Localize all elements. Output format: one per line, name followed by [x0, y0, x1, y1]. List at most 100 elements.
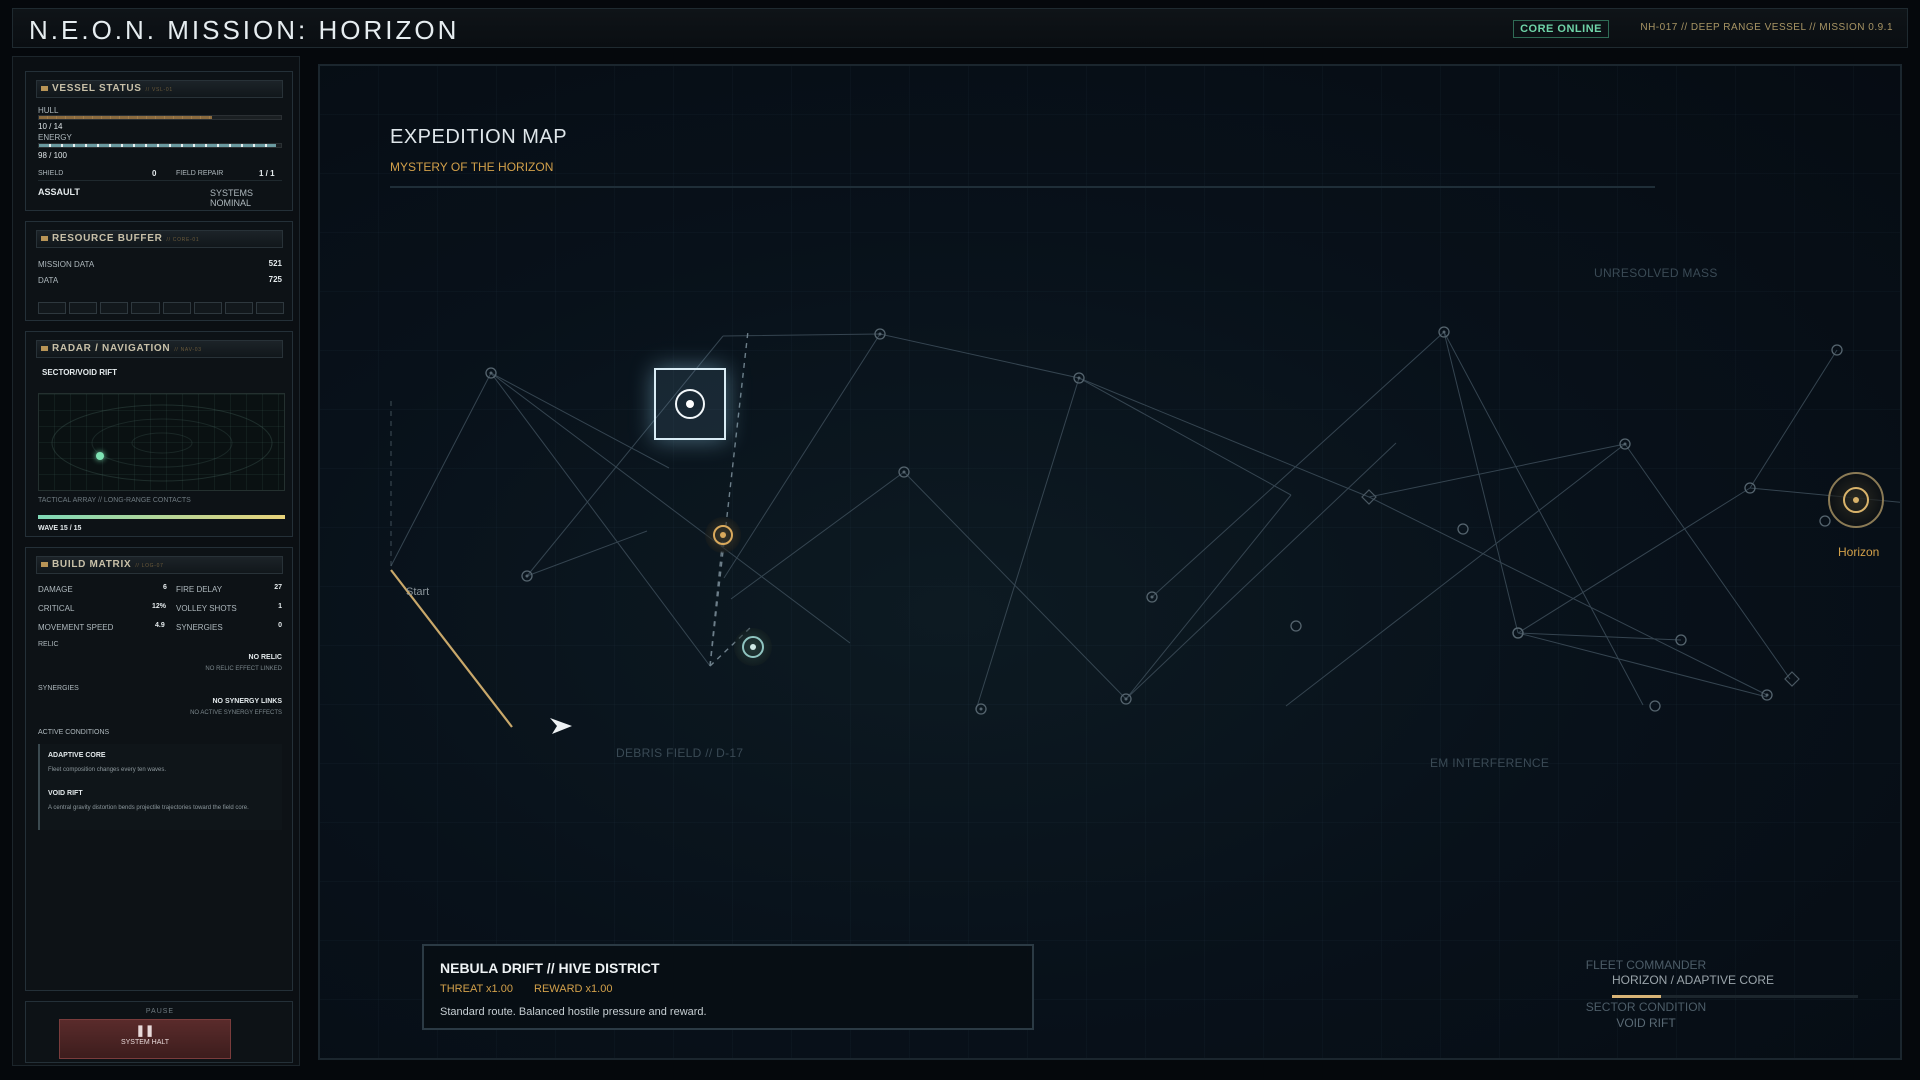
node-core	[1853, 497, 1859, 503]
panel-code: // NAV-03	[174, 347, 202, 353]
top-bar: N.E.O.N. MISSION: HORIZON CORE ONLINE NH…	[12, 8, 1908, 48]
hull-bar	[38, 115, 282, 120]
route-node[interactable]	[734, 628, 772, 666]
sector-condition-value: VOID RIFT	[1616, 1016, 1676, 1030]
expedition-map[interactable]: EXPEDITION MAP MYSTERY OF THE HORIZON UN…	[318, 64, 1902, 1060]
fire-delay-label: FIRE DELAY	[176, 585, 223, 594]
synergy-value: NO SYNERGY LINKS	[212, 698, 283, 705]
resource-slots	[38, 302, 284, 314]
resource-buffer-panel: RESOURCE BUFFER// CORE-01 MISSION DATA 5…	[25, 221, 293, 321]
target-node-icon	[675, 389, 705, 419]
critical-label: CRITICAL	[38, 604, 75, 613]
resource-slot[interactable]	[69, 302, 98, 314]
node-info-title: NEBULA DRIFT // HIVE DISTRICT	[440, 960, 660, 976]
threat-multiplier: THREAT x1.00	[440, 983, 513, 995]
selected-node[interactable]	[654, 368, 726, 440]
synergy-heading: SYNERGIES	[38, 685, 79, 692]
horizon-destination[interactable]	[1828, 472, 1884, 528]
shield-value: 0	[152, 169, 157, 178]
build-matrix-panel: BUILD MATRIX// LOG-07 DAMAGE 6 FIRE DELA…	[25, 547, 293, 991]
movement-speed-label: MOVEMENT SPEED	[38, 623, 114, 632]
elite-node-icon	[713, 525, 733, 545]
radar-display[interactable]	[38, 393, 285, 491]
resource-slot[interactable]	[131, 302, 160, 314]
data-label: DATA	[38, 276, 59, 285]
destination-icon	[1843, 487, 1869, 513]
divider	[38, 180, 282, 181]
relic-heading: RELIC	[38, 641, 59, 648]
fleet-commander-value: HORIZON / ADAPTIVE CORE	[1612, 973, 1775, 987]
panel-code: // VSL-01	[145, 87, 173, 93]
wave-progress-bar	[38, 515, 285, 519]
panel-marker-icon	[41, 236, 48, 241]
panel-code: // CORE-01	[166, 237, 200, 243]
resource-slot[interactable]	[162, 302, 191, 314]
wave-counter: WAVE 15 / 15	[38, 525, 82, 532]
radar-panel: RADAR / NAVIGATION// NAV-03 SECTOR/VOID …	[25, 331, 293, 537]
movement-speed-value: 4.9	[155, 622, 165, 629]
synergies-label: SYNERGIES	[176, 623, 223, 632]
resource-slot[interactable]	[38, 302, 67, 314]
resource-slot[interactable]	[255, 302, 284, 314]
start-label: Start	[406, 586, 430, 598]
damage-value: 6	[163, 584, 167, 591]
condition-title: ADAPTIVE CORE	[48, 752, 106, 759]
panel-header: RESOURCE BUFFER// CORE-01	[36, 230, 283, 248]
condition-desc: Fleet composition changes every ten wave…	[48, 767, 167, 773]
reward-multiplier: REWARD x1.00	[534, 983, 613, 995]
mission-meta: NH-017 // DEEP RANGE VESSEL // MISSION 0…	[1640, 22, 1893, 33]
active-conditions-list: ADAPTIVE CORE Fleet composition changes …	[38, 744, 282, 830]
system-halt-button[interactable]: ❚❚ SYSTEM HALT	[59, 1019, 231, 1059]
radar-rings	[51, 404, 273, 482]
panel-code: // LOG-07	[135, 563, 164, 569]
node-info-card: NEBULA DRIFT // HIVE DISTRICT THREAT x1.…	[422, 944, 1034, 1030]
panel-marker-icon	[41, 346, 48, 351]
systems-status: SYSTEMS NOMINAL	[210, 188, 254, 208]
horizon-label: Horizon	[1838, 545, 1880, 559]
fleet-commander-label: FLEET COMMANDER	[1585, 958, 1707, 972]
standard-node-icon	[742, 636, 764, 658]
node-core	[686, 400, 694, 408]
sidebar: VESSEL STATUS// VSL-01 HULL 10 / 14 ENER…	[12, 56, 300, 1066]
sector-condition-label: SECTOR CONDITION	[1585, 1000, 1707, 1014]
resource-slot[interactable]	[100, 302, 129, 314]
node-core	[720, 532, 726, 538]
hull-value: 10 / 14	[38, 122, 63, 131]
player-ship-icon	[550, 718, 572, 734]
relic-value: NO RELIC	[248, 654, 282, 661]
hull-bar-fill	[39, 116, 212, 119]
synergy-note: NO ACTIVE SYNERGY EFFECTS	[190, 710, 282, 716]
panel-title: BUILD MATRIX	[52, 559, 132, 570]
system-halt-label: SYSTEM HALT	[120, 1039, 170, 1046]
vessel-mode: ASSAULT	[38, 187, 80, 197]
active-conditions-heading: ACTIVE CONDITIONS	[38, 729, 110, 736]
volley-value: 1	[278, 603, 282, 610]
synergies-value: 0	[278, 622, 282, 629]
core-status-badge: CORE ONLINE	[1513, 20, 1609, 38]
volley-label: VOLLEY SHOTS	[176, 604, 237, 613]
panel-title: RADAR / NAVIGATION	[52, 343, 171, 354]
panel-marker-icon	[41, 562, 48, 567]
fleet-progress-fill	[1612, 995, 1662, 998]
energy-value: 98 / 100	[38, 151, 67, 160]
player-contact-icon	[96, 452, 104, 460]
panel-marker-icon	[41, 86, 48, 91]
condition-desc: A central gravity distortion bends proje…	[48, 805, 249, 811]
energy-bar-fill	[39, 144, 277, 147]
panel-header: VESSEL STATUS// VSL-01	[36, 80, 283, 98]
pause-label: PAUSE	[145, 1008, 175, 1015]
condition-title: VOID RIFT	[48, 790, 83, 797]
route-node[interactable]	[705, 517, 741, 553]
resource-slot[interactable]	[193, 302, 222, 314]
app-title: N.E.O.N. MISSION: HORIZON	[29, 15, 460, 45]
field-repair-value: 1 / 1	[259, 169, 275, 178]
relic-note: NO RELIC EFFECT LINKED	[205, 666, 282, 672]
critical-value: 12%	[152, 603, 167, 610]
node-core	[750, 644, 756, 650]
resource-slot[interactable]	[224, 302, 253, 314]
mission-data-label: MISSION DATA	[38, 260, 95, 269]
node-info-description: Standard route. Balanced hostile pressur…	[440, 1006, 707, 1018]
energy-bar	[38, 143, 282, 148]
energy-label: ENERGY	[38, 133, 72, 142]
hull-label: HULL	[38, 106, 59, 115]
